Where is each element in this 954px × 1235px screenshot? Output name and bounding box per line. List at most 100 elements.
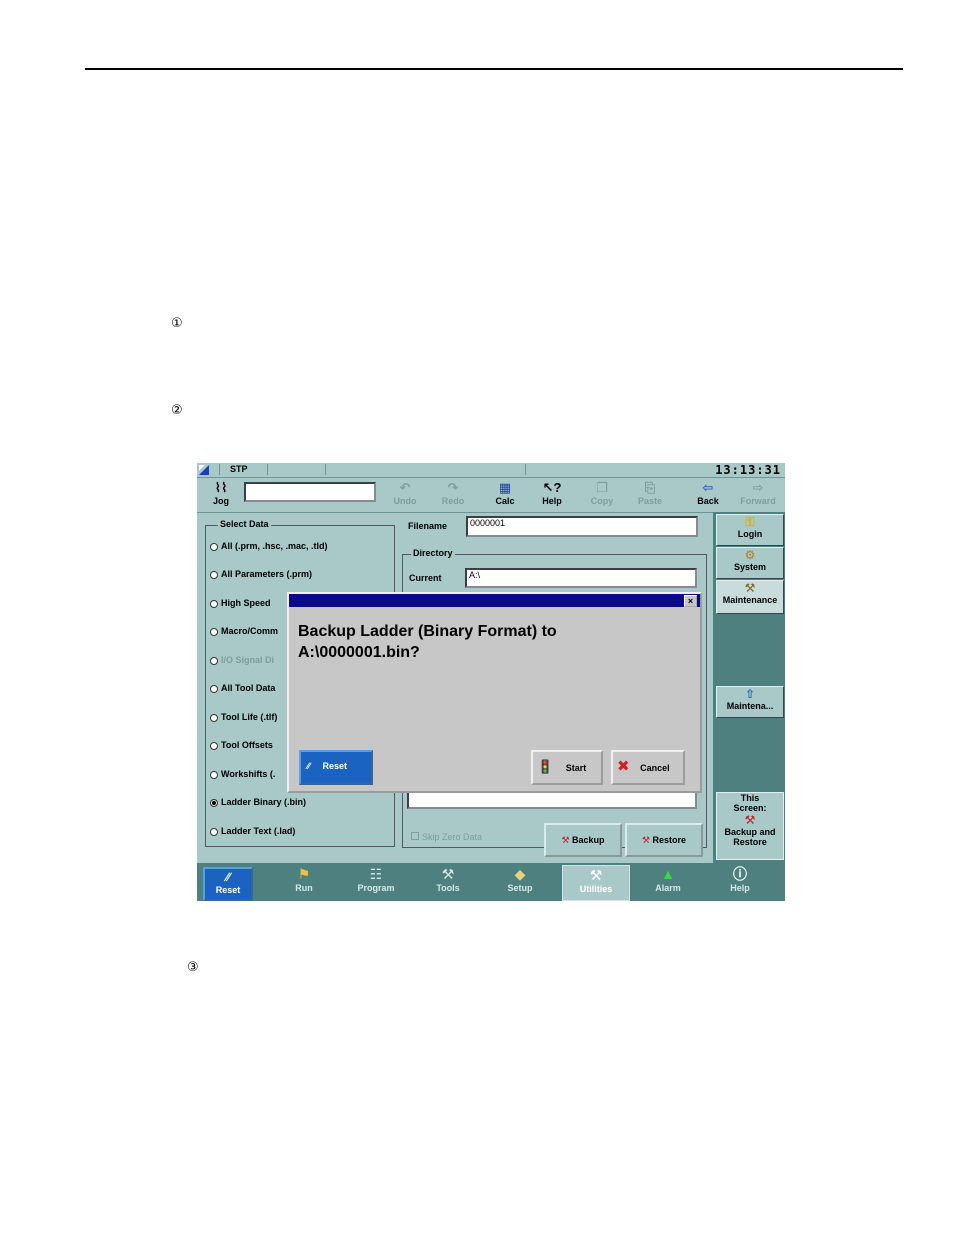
radio-all-parameters[interactable]: All Parameters (.prm) bbox=[210, 569, 312, 579]
dialog-message-line-2: A:\0000001.bin? bbox=[298, 644, 420, 661]
back-label: Back bbox=[697, 496, 719, 506]
bottom-bar: ∕∕ Reset ⚑ Run ☷ Program ⚒ Tools ◆ Setup ⚒ Ut… bbox=[197, 863, 785, 901]
utilities-tab[interactable]: ⚒ Utilities bbox=[562, 865, 630, 901]
select-data-legend: Select Data bbox=[218, 519, 271, 529]
help-icon: ↖? bbox=[542, 480, 562, 495]
redo-icon: ↷ bbox=[447, 480, 459, 495]
red-x-icon: ✖ bbox=[617, 758, 630, 775]
current-directory-field: A:\ bbox=[465, 568, 697, 588]
filename-label: Filename bbox=[408, 521, 448, 531]
program-tab[interactable]: ☷ Program bbox=[343, 865, 409, 899]
paste-label: Paste bbox=[637, 496, 663, 506]
radio-all-tool-data[interactable]: All Tool Data bbox=[210, 683, 275, 693]
up-arrow-icon: ⇧ bbox=[744, 687, 756, 701]
key-icon: ⚿ bbox=[745, 515, 755, 529]
paste-button[interactable]: ⎘ Paste bbox=[628, 480, 672, 510]
restore-button[interactable]: ⚒ Restore bbox=[625, 823, 703, 857]
undo-label: Undo bbox=[393, 496, 417, 506]
info-icon: ⓘ bbox=[733, 866, 747, 882]
restore-icon: ⚒ bbox=[641, 835, 651, 845]
maintenance-icon: ⚒ bbox=[744, 581, 756, 595]
maintenance-button[interactable]: ⚒ Maintenance bbox=[716, 580, 784, 614]
radio-tool-life[interactable]: Tool Life (.tlf) bbox=[210, 712, 277, 722]
radio-tool-offsets[interactable]: Tool Offsets bbox=[210, 740, 273, 750]
dialog-message-line-1: Backup Ladder (Binary Format) to bbox=[298, 623, 557, 640]
radio-macro-comm[interactable]: Macro/Comm bbox=[210, 626, 278, 636]
alarm-icon: ▲ bbox=[661, 866, 675, 882]
mode-indicator: STP bbox=[230, 464, 248, 474]
dialog-reset-button[interactable]: ∕∕ Reset bbox=[299, 750, 373, 785]
radio-workshifts[interactable]: Workshifts (. bbox=[210, 769, 275, 779]
this-screen-panel: This Screen: ⚒ Backup and Restore bbox=[716, 792, 784, 860]
step-marker-3: ③ bbox=[187, 960, 199, 975]
setup-tab[interactable]: ◆ Setup bbox=[487, 865, 553, 899]
calc-icon: ▦ bbox=[498, 480, 512, 495]
help-tab[interactable]: ⓘ Help bbox=[707, 865, 773, 899]
run-tab[interactable]: ⚑ Run bbox=[271, 865, 337, 899]
dialog-titlebar: × bbox=[289, 594, 700, 607]
current-label: Current bbox=[409, 573, 442, 583]
calc-label: Calc bbox=[495, 496, 515, 506]
filename-input[interactable]: 0000001 bbox=[466, 516, 698, 537]
login-button[interactable]: ⚿ Login bbox=[716, 514, 784, 546]
radio-ladder-binary[interactable]: Ladder Binary (.bin) bbox=[210, 797, 306, 807]
step-marker-2: ② bbox=[171, 403, 183, 418]
forward-button[interactable]: ⇨ Forward bbox=[736, 480, 780, 510]
skip-zero-checkbox[interactable]: Skip Zero Data bbox=[411, 832, 482, 842]
directory-legend: Directory bbox=[411, 548, 455, 558]
page-rule bbox=[85, 68, 903, 70]
back-button[interactable]: ⇦ Back bbox=[686, 480, 730, 510]
dialog-message: Backup Ladder (Binary Format) to A:\0000… bbox=[298, 621, 557, 663]
status-bar: STP 13:13:31 bbox=[197, 463, 785, 478]
logo-icon bbox=[199, 465, 209, 475]
toolbar: ⌇⌇ Jog ↶ Undo ↷ Redo ▦ Calc ↖? Help ❐ Co… bbox=[197, 478, 785, 513]
paste-icon: ⎘ bbox=[644, 480, 656, 495]
redo-label: Redo bbox=[441, 496, 465, 506]
radio-io-signal[interactable]: I/O Signal Di bbox=[210, 655, 274, 665]
system-icon: ⚙ bbox=[744, 548, 756, 562]
wrench-icon: ⚒ bbox=[589, 867, 603, 883]
jog-icon: ⌇⌇ bbox=[214, 480, 228, 495]
dialog-start-button[interactable]: 🚦 Start bbox=[531, 750, 603, 785]
confirm-dialog: × Backup Ladder (Binary Format) to A:\00… bbox=[287, 592, 702, 793]
backup-restore-icon: ⚒ bbox=[744, 813, 756, 827]
radio-high-speed[interactable]: High Speed bbox=[210, 598, 271, 608]
undo-icon: ↶ bbox=[399, 480, 411, 495]
help-button[interactable]: ↖? Help bbox=[530, 480, 574, 510]
traffic-light-icon: 🚦 bbox=[537, 759, 554, 774]
jog-button[interactable]: ⌇⌇ Jog bbox=[199, 480, 243, 510]
back-arrow-icon: ⇦ bbox=[702, 480, 714, 495]
undo-button[interactable]: ↶ Undo bbox=[383, 480, 427, 510]
alarm-tab[interactable]: ▲ Alarm bbox=[635, 865, 701, 899]
program-icon: ☷ bbox=[369, 866, 383, 882]
help-label: Help bbox=[542, 496, 562, 506]
reset-icon: ∕∕ bbox=[225, 870, 230, 884]
backup-button[interactable]: ⚒ Backup bbox=[544, 823, 622, 857]
skip-zero-label: Skip Zero Data bbox=[422, 832, 483, 842]
maintenance-sub-button[interactable]: ⇧ Maintena... bbox=[716, 686, 784, 718]
jog-label: Jog bbox=[212, 496, 229, 506]
dialog-close-button[interactable]: × bbox=[684, 595, 697, 607]
forward-arrow-icon: ⇨ bbox=[752, 480, 764, 495]
radio-ladder-text[interactable]: Ladder Text (.lad) bbox=[210, 826, 295, 836]
copy-icon: ❐ bbox=[596, 480, 608, 495]
run-icon: ⚑ bbox=[297, 866, 311, 882]
cnc-screen: STP 13:13:31 ⌇⌇ Jog ↶ Undo ↷ Redo ▦ Calc… bbox=[197, 463, 785, 901]
backup-icon: ⚒ bbox=[561, 835, 570, 845]
directory-list[interactable] bbox=[407, 791, 697, 809]
system-button[interactable]: ⚙ System bbox=[716, 547, 784, 579]
radio-all[interactable]: All (.prm, .hsc, .mac, .tld) bbox=[210, 541, 328, 551]
redo-button[interactable]: ↷ Redo bbox=[431, 480, 475, 510]
reset-icon: ∕∕ bbox=[307, 761, 311, 771]
copy-label: Copy bbox=[590, 496, 614, 506]
setup-icon: ◆ bbox=[514, 866, 526, 882]
copy-button[interactable]: ❐ Copy bbox=[580, 480, 624, 510]
calc-button[interactable]: ▦ Calc bbox=[483, 480, 527, 510]
forward-label: Forward bbox=[740, 496, 776, 506]
reset-button[interactable]: ∕∕ Reset bbox=[203, 867, 253, 901]
step-marker-1: ① bbox=[171, 316, 183, 331]
clock: 13:13:31 bbox=[715, 463, 781, 477]
dialog-cancel-button[interactable]: ✖ Cancel bbox=[611, 750, 685, 785]
tools-tab[interactable]: ⚒ Tools bbox=[415, 865, 481, 899]
jog-input[interactable] bbox=[244, 482, 376, 502]
